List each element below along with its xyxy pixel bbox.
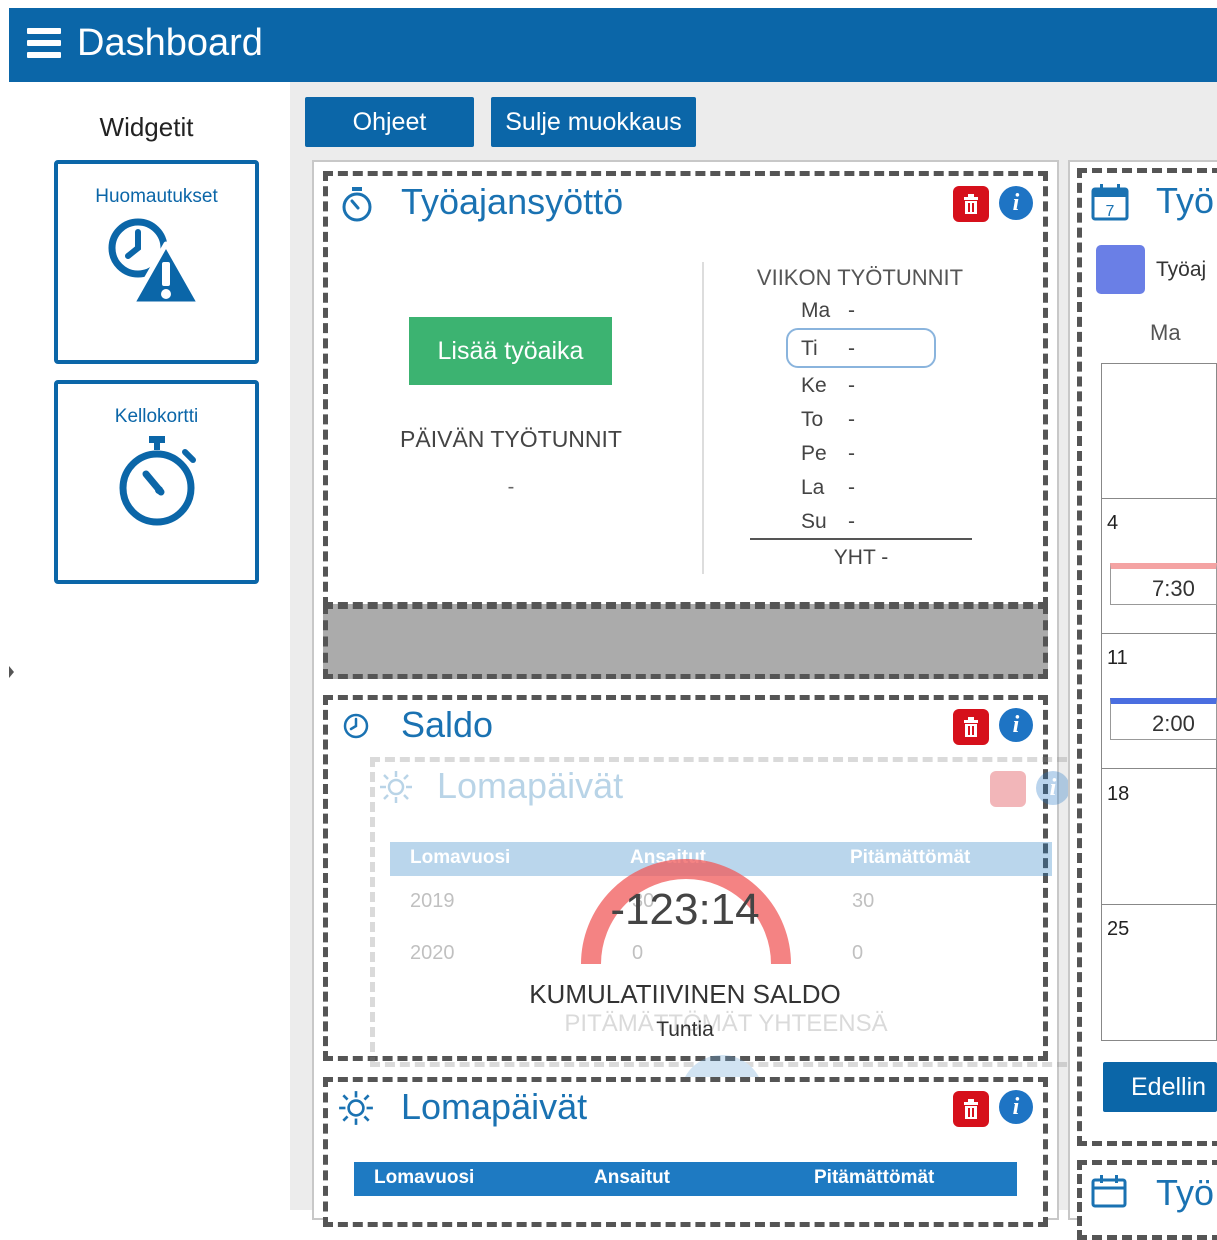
table-cell: 2020 <box>410 942 455 964</box>
info-button[interactable]: i <box>999 186 1033 220</box>
widget-tyoajansyotto[interactable] <box>323 171 1048 607</box>
day-value: - <box>848 510 855 533</box>
calendar-entry-time: 7:30 <box>1152 576 1195 601</box>
sun-icon <box>380 771 412 803</box>
week-divider <box>1101 498 1217 499</box>
widget-title: Lomapäivät <box>401 1086 588 1127</box>
widget-kellokortti[interactable]: Kellokortti <box>54 380 259 584</box>
info-button: i <box>1036 771 1070 805</box>
col-header: Pitämättömät <box>850 847 971 868</box>
day-value: - <box>848 476 855 499</box>
week-total: YHT - <box>833 546 889 569</box>
calendar-date: 25 <box>1107 918 1130 940</box>
previous-button[interactable]: Edellin <box>1103 1062 1217 1112</box>
saldo-unit: Tuntia <box>656 1018 714 1041</box>
day-label: To <box>801 408 824 431</box>
calendar-date: 11 <box>1107 647 1128 669</box>
stopwatch-icon <box>342 187 372 222</box>
day-value: - <box>848 374 855 397</box>
saldo-label: KUMULATIIVINEN SALDO <box>529 979 841 1009</box>
calendar-icon: 7 <box>1091 184 1129 221</box>
legend-label: Työaj <box>1156 258 1207 281</box>
delete-widget-button[interactable] <box>953 1091 989 1127</box>
calendar-day-header: Ma <box>1150 320 1181 345</box>
week-divider <box>1101 768 1217 769</box>
clock-warning-icon <box>108 218 203 307</box>
drop-placeholder-border <box>323 604 1048 679</box>
day-label: Ke <box>801 374 827 397</box>
trash-icon <box>964 1099 978 1119</box>
day-value: - <box>848 337 855 360</box>
calendar-entry-time: 2:00 <box>1152 711 1195 736</box>
week-divider <box>1101 633 1217 634</box>
widget-label: Huomautukset <box>95 186 218 207</box>
table-cell: 2019 <box>410 890 455 912</box>
svg-text:7: 7 <box>1106 203 1115 220</box>
col-header: Lomavuosi <box>374 1167 475 1188</box>
sidebar-title: Widgetit <box>99 112 194 142</box>
left-edge-arrow-icon[interactable] <box>9 666 14 678</box>
delete-widget-button[interactable] <box>953 709 989 745</box>
day-label: La <box>801 476 825 499</box>
day-value: - <box>848 442 855 465</box>
add-work-time-button[interactable]: Lisää työaika <box>409 317 612 385</box>
menu-icon[interactable] <box>27 28 61 58</box>
table-header: Lomavuosi Ansaitut Pitämättömät <box>354 1162 1017 1196</box>
widget-title: Työajansyöttö <box>401 181 624 222</box>
legend-color-swatch <box>1096 245 1145 294</box>
trash-icon <box>964 717 978 737</box>
day-hours-value: - <box>507 476 515 498</box>
week-divider <box>1101 904 1217 905</box>
saldo-value: -123:14 <box>610 885 760 934</box>
top-bar: Dashboard <box>9 8 1217 82</box>
clock-icon <box>343 713 369 739</box>
day-label: Ma <box>801 299 831 322</box>
trash-icon <box>964 194 978 214</box>
day-value: - <box>848 408 855 431</box>
col-header: Ansaitut <box>594 1167 670 1188</box>
widget-title: Työ <box>1156 1172 1215 1213</box>
close-edit-button[interactable]: Sulje muokkaus <box>491 97 696 147</box>
calendar-edit-icon <box>1091 1175 1127 1208</box>
day-label: Ti <box>801 337 818 360</box>
widget-huomautukset[interactable]: Huomautukset <box>54 160 259 364</box>
info-button[interactable]: i <box>999 1090 1033 1124</box>
info-button[interactable]: i <box>999 708 1033 742</box>
total-divider <box>750 538 972 540</box>
sun-icon <box>339 1091 373 1125</box>
delete-widget-button[interactable] <box>953 186 989 222</box>
col-header: Lomavuosi <box>410 847 511 868</box>
widget-title: Työ <box>1156 180 1215 221</box>
day-value: - <box>848 299 855 322</box>
calendar-date: 4 <box>1107 512 1119 534</box>
calendar-date: 18 <box>1107 783 1130 805</box>
day-hours-label: PÄIVÄN TYÖTUNNIT <box>400 426 622 452</box>
table-cell: 30 <box>852 890 875 912</box>
day-label: Pe <box>801 442 827 465</box>
week-hours-label: VIIKON TYÖTUNNIT <box>756 265 964 290</box>
col-header: Pitämättömät <box>814 1167 935 1188</box>
page-title: Dashboard <box>77 22 263 64</box>
widget-sidebar: Widgetit Huomautukset Kellokortti <box>9 82 290 1210</box>
stopwatch-icon <box>119 436 196 526</box>
help-button[interactable]: Ohjeet <box>305 97 474 147</box>
widget-title: Saldo <box>401 704 494 745</box>
divider <box>702 262 704 574</box>
saldo-gauge <box>581 859 791 965</box>
table-cell: 0 <box>852 942 864 964</box>
day-label: Su <box>801 510 827 533</box>
delete-widget-button <box>990 771 1026 807</box>
widget-label: Kellokortti <box>114 406 199 427</box>
